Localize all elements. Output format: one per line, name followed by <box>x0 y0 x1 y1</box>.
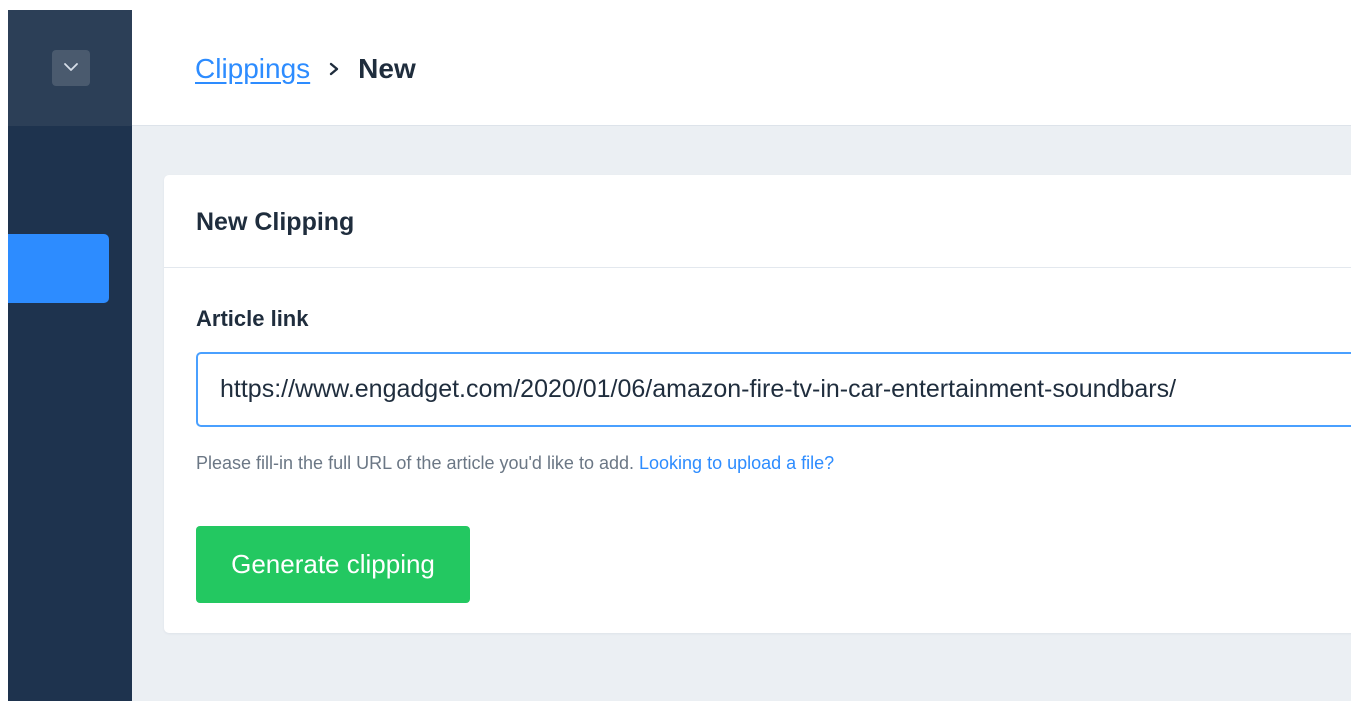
page-header: Clippings New <box>132 10 1351 126</box>
card-title: New Clipping <box>196 208 355 236</box>
breadcrumb-current: New <box>358 53 416 84</box>
breadcrumb-link-clippings[interactable]: Clippings <box>195 51 310 87</box>
main-content: New Clipping Article link Please fill-in… <box>132 126 1351 701</box>
sidebar-header <box>8 10 132 126</box>
new-clipping-card: New Clipping Article link Please fill-in… <box>164 175 1351 633</box>
sidebar <box>8 10 132 701</box>
chevron-right-icon <box>328 61 340 77</box>
upload-file-link[interactable]: Looking to upload a file? <box>639 453 834 473</box>
account-dropdown-toggle[interactable] <box>52 50 90 86</box>
sidebar-item-active[interactable] <box>8 234 109 303</box>
article-link-input[interactable] <box>196 352 1351 427</box>
app-window: Clippings New New Clipping Article link … <box>0 0 1351 701</box>
card-header: New Clipping <box>164 175 1351 268</box>
breadcrumb: Clippings New <box>195 51 416 87</box>
article-link-label: Article link <box>196 306 309 331</box>
help-text-message: Please fill-in the full URL of the artic… <box>196 453 634 473</box>
help-text: Please fill-in the full URL of the artic… <box>196 451 834 475</box>
chevron-down-icon <box>63 59 79 77</box>
generate-clipping-button[interactable]: Generate clipping <box>196 526 470 603</box>
